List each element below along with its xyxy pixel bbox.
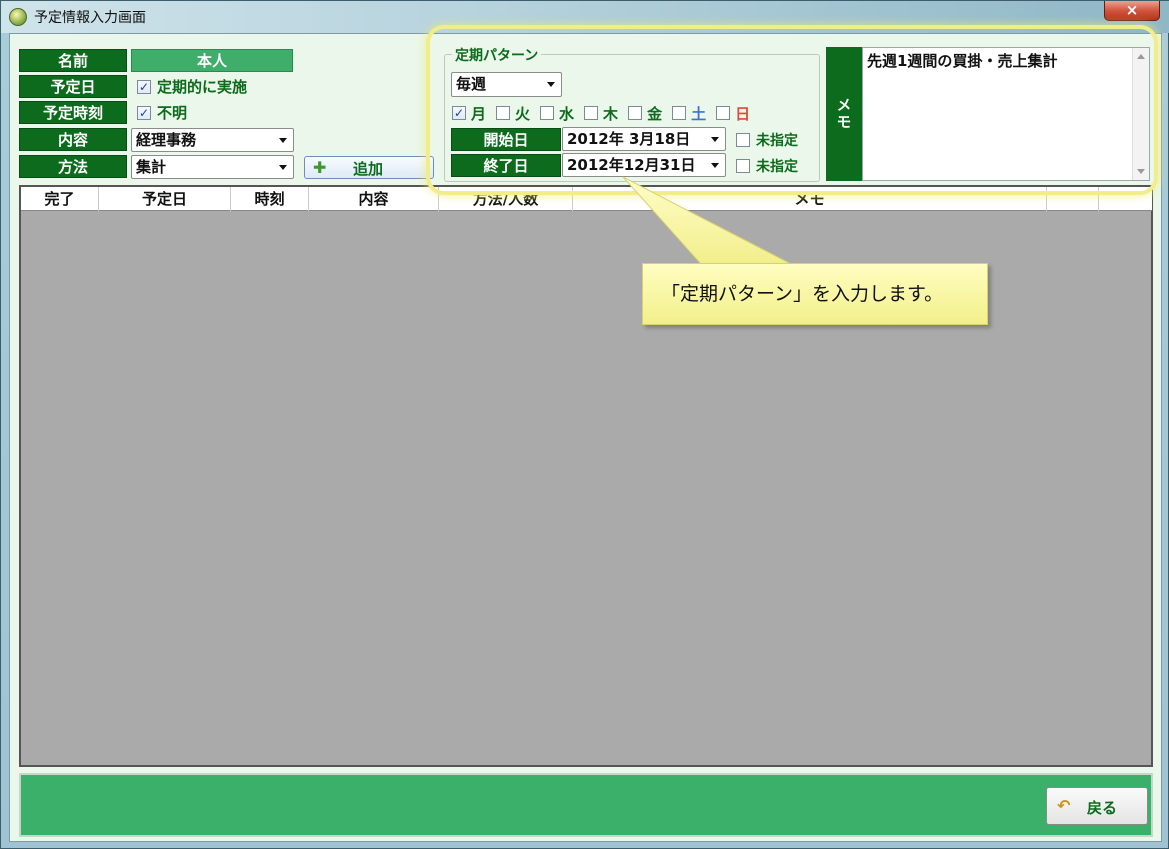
footer-bar: ↶ 戻る xyxy=(19,773,1153,837)
back-button-label: 戻る xyxy=(1087,799,1118,817)
content-select[interactable]: 経理事務 xyxy=(131,128,294,152)
chevron-down-icon xyxy=(279,165,287,170)
name-value: 本人 xyxy=(131,49,293,72)
method-label: 方法 xyxy=(19,155,127,178)
close-button[interactable]: × xyxy=(1104,1,1160,21)
method-select[interactable]: 集計 xyxy=(131,155,294,179)
date-periodic-checkbox-row[interactable]: ✓ 定期的に実施 xyxy=(137,75,247,98)
tooltip-callout: 「定期パターン」を入力します。 xyxy=(642,263,988,325)
time-label: 予定時刻 xyxy=(19,101,127,124)
time-unknown-checkbox[interactable]: ✓ xyxy=(137,105,151,120)
time-unknown-label: 不明 xyxy=(157,104,188,122)
column-header-date[interactable]: 予定日 xyxy=(99,187,231,211)
window-title: 予定情報入力画面 xyxy=(34,10,146,26)
app-icon xyxy=(9,8,27,26)
column-header-time[interactable]: 時刻 xyxy=(231,187,309,211)
chevron-down-icon xyxy=(279,138,287,143)
highlight-frame xyxy=(426,25,1158,195)
column-header-content[interactable]: 内容 xyxy=(309,187,439,211)
time-unknown-checkbox-row[interactable]: ✓ 不明 xyxy=(137,101,187,124)
content-select-value: 経理事務 xyxy=(136,131,197,149)
name-label: 名前 xyxy=(19,49,127,72)
content-label: 内容 xyxy=(19,128,127,151)
date-periodic-checkbox[interactable]: ✓ xyxy=(137,79,151,94)
callout-text: 「定期パターン」を入力します。 xyxy=(661,283,944,305)
add-button-label: 追加 xyxy=(353,160,384,178)
add-button[interactable]: ✚ 追加 xyxy=(304,156,434,179)
date-label: 予定日 xyxy=(19,75,127,98)
back-button[interactable]: ↶ 戻る xyxy=(1046,787,1148,825)
method-select-value: 集計 xyxy=(136,158,167,176)
date-periodic-label: 定期的に実施 xyxy=(157,78,248,96)
column-header-done[interactable]: 完了 xyxy=(21,187,99,211)
back-arrow-icon: ↶ xyxy=(1057,796,1071,815)
plus-icon: ✚ xyxy=(313,158,327,177)
app-window: 予定情報入力画面 × 名前 本人 予定日 ✓ 定期的に実施 予定時刻 ✓ 不明 … xyxy=(0,0,1169,849)
